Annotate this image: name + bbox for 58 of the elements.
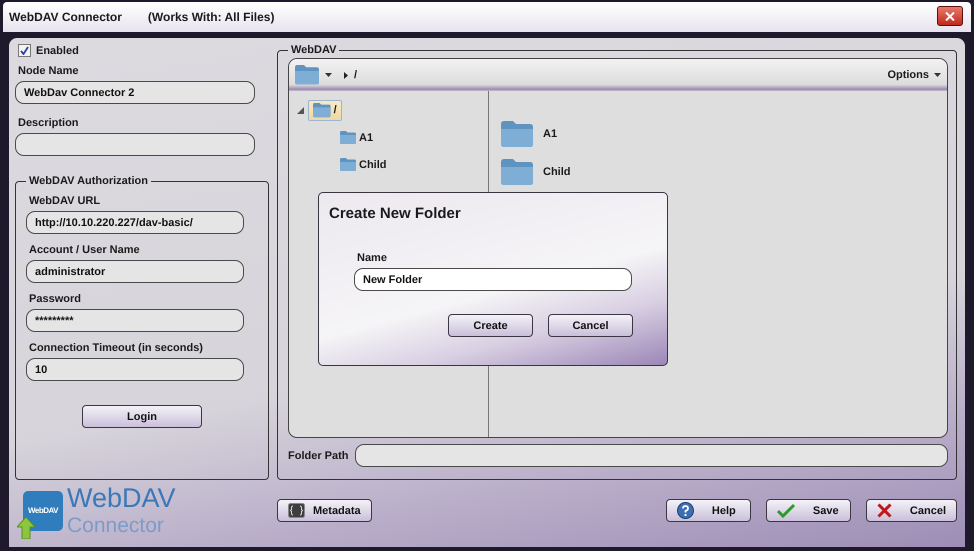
tree-item[interactable]: / bbox=[308, 100, 342, 121]
field-label: Account / User Name bbox=[29, 244, 141, 256]
login-button[interactable]: Login bbox=[82, 405, 202, 428]
tree-item-label: A1 bbox=[359, 132, 374, 144]
field-label: Password bbox=[29, 293, 82, 305]
field-label: Description bbox=[18, 117, 80, 129]
dialog-button[interactable]: Cancel bbox=[548, 314, 633, 337]
dialog-button[interactable]: Create bbox=[448, 314, 533, 337]
chevron-icon bbox=[344, 72, 348, 78]
tree-item[interactable]: Child bbox=[335, 155, 392, 174]
folder-icon bbox=[340, 158, 356, 171]
tree-item[interactable]: A1 bbox=[335, 128, 378, 147]
input-field[interactable] bbox=[15, 133, 255, 156]
cancel-button[interactable]: Cancel bbox=[866, 499, 957, 522]
input-field[interactable]: administrator bbox=[26, 260, 244, 283]
close-icon bbox=[876, 503, 892, 518]
input-field[interactable]: ********* bbox=[26, 309, 244, 332]
dialog-title: Create New Folder bbox=[329, 205, 462, 222]
checkbox-label: Enabled bbox=[36, 44, 79, 56]
checkbox[interactable] bbox=[18, 44, 31, 57]
folder-icon bbox=[295, 65, 319, 85]
field-label: Node Name bbox=[18, 65, 80, 77]
help-icon bbox=[676, 502, 694, 519]
input-field[interactable]: WebDav Connector 2 bbox=[15, 81, 255, 104]
metadata-button[interactable]: Metadata bbox=[277, 499, 372, 522]
tree-item-label: Child bbox=[359, 158, 386, 170]
folder-item[interactable]: A1 bbox=[501, 121, 935, 147]
window-subtitle: (Works With: All Files) bbox=[148, 10, 274, 24]
expander-icon[interactable] bbox=[297, 107, 304, 114]
tree-item-label: / bbox=[334, 104, 337, 116]
input-field[interactable] bbox=[354, 444, 948, 467]
folder-icon bbox=[340, 131, 356, 144]
check-icon bbox=[776, 503, 795, 518]
input-field[interactable]: 10 bbox=[26, 358, 244, 381]
braces-icon bbox=[288, 503, 305, 518]
input-field[interactable]: New Folder bbox=[354, 268, 632, 291]
close-icon bbox=[945, 12, 955, 20]
check-icon bbox=[20, 46, 29, 55]
field-label: WebDAV URL bbox=[29, 195, 102, 207]
breadcrumb-path[interactable]: / bbox=[354, 69, 358, 81]
field-label: Folder Path bbox=[288, 450, 349, 462]
group-title: WebDAV bbox=[290, 44, 338, 56]
folder-icon bbox=[501, 159, 533, 185]
field-label: Connection Timeout (in seconds) bbox=[29, 342, 204, 354]
folder-item[interactable]: Child bbox=[501, 159, 935, 185]
help-button[interactable]: Help bbox=[666, 499, 751, 522]
input-field[interactable]: http://10.10.220.227/dav-basic/ bbox=[26, 211, 244, 234]
close-button[interactable] bbox=[937, 6, 963, 26]
caret-icon bbox=[934, 73, 941, 77]
options-menu[interactable]: Options bbox=[887, 69, 941, 81]
logo: WebDAV WebDAV Connector bbox=[15, 483, 269, 538]
dropdown-icon[interactable] bbox=[325, 73, 332, 77]
save-button[interactable]: Save bbox=[766, 499, 851, 522]
field-label: Name bbox=[357, 252, 388, 264]
folder-icon bbox=[313, 103, 331, 118]
window-title: WebDAV Connector bbox=[9, 10, 122, 24]
folder-icon bbox=[501, 121, 533, 147]
group-title: WebDAV Authorization bbox=[28, 175, 149, 187]
